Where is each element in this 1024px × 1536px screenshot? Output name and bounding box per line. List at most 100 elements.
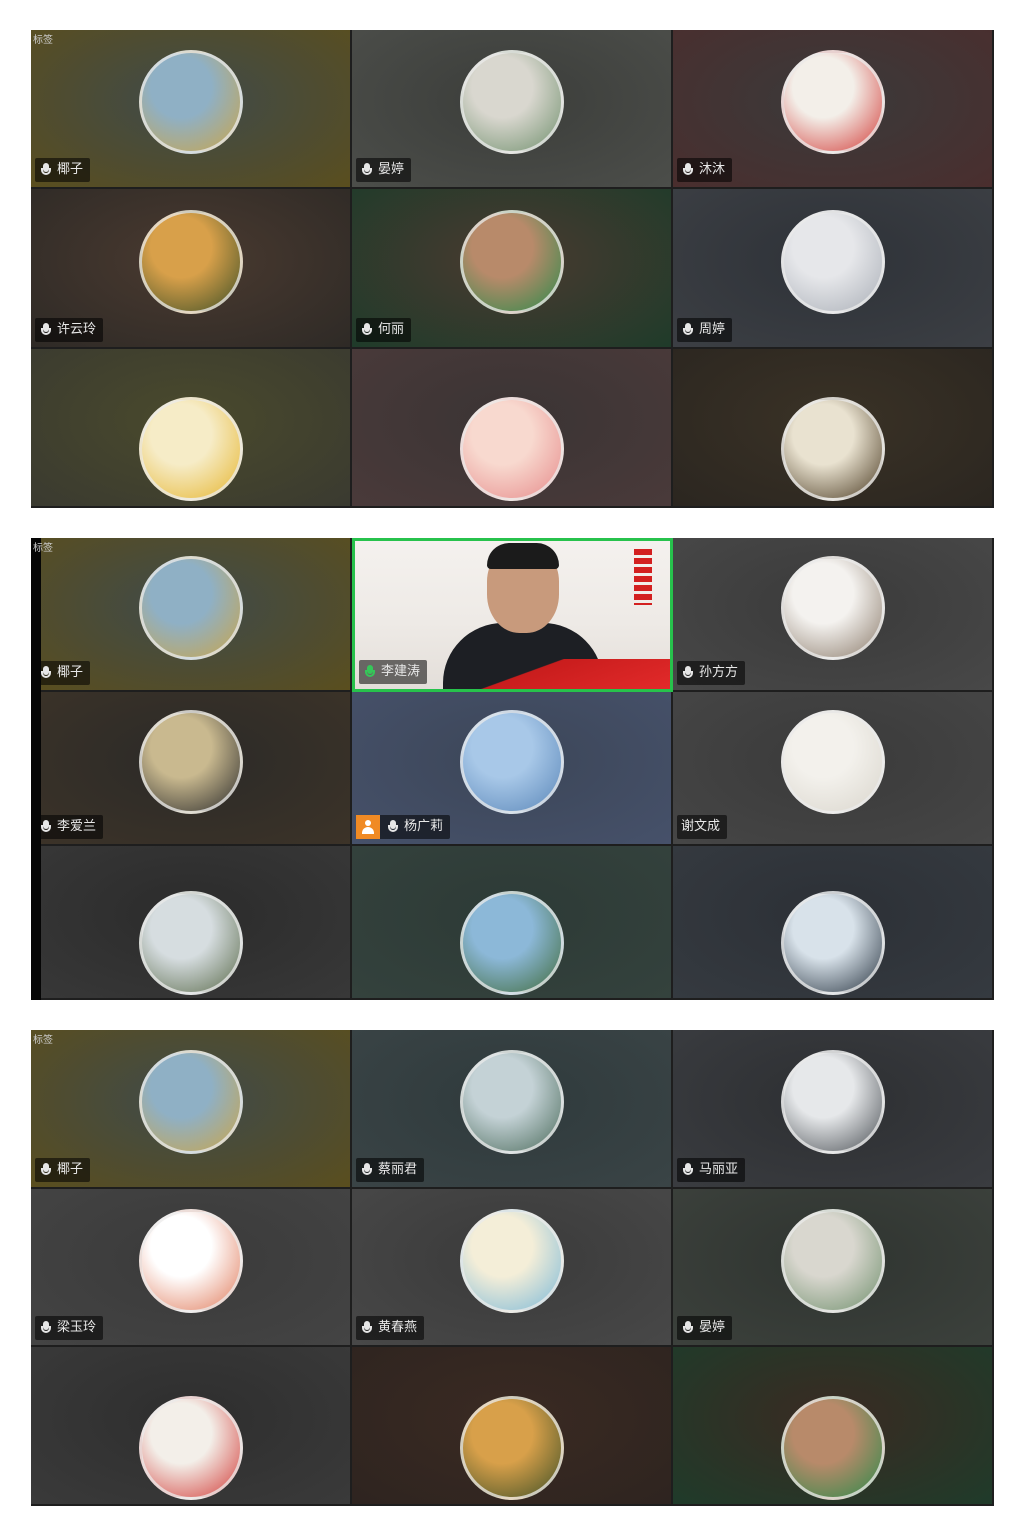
person-icon [362,820,374,834]
hazy-hills-avatar [459,1050,564,1155]
participant-name-tag: 何丽 [356,317,412,342]
microphone-icon [360,1162,374,1178]
participant-name-tag: 许云玲 [35,317,104,342]
participant-name: 椰子 [57,1161,84,1177]
microphone-icon [681,1320,695,1336]
participant-tile[interactable]: 孙方方 [673,538,994,692]
participant-name: 椰子 [57,665,84,680]
sunset-field-avatar [459,1395,564,1500]
participant-tile[interactable]: 椰子 [31,538,352,692]
participant-name-tag: 谢文成 [677,815,728,839]
participant-tile[interactable]: 黄春燕 [352,1188,673,1348]
participant-tile[interactable] [673,348,994,508]
participant-name: 杨广莉 [404,819,444,834]
sunflower-girl-avatar [138,397,243,502]
pavilion-avatar [138,891,243,996]
participant-tile[interactable]: 晏婷 [352,30,673,190]
participant-tile[interactable]: 谢文成 [673,692,994,846]
participant-name: 马丽亚 [699,1161,739,1177]
participant-name-tag: 李爱兰 [35,815,104,839]
participant-name-tag: 椰子 [35,158,91,183]
participant-tile[interactable]: 马丽亚 [673,1030,994,1189]
microphone-active-icon [363,664,377,680]
participant-tile[interactable] [31,846,352,1000]
microphone-icon [39,665,53,681]
background-banner [634,549,652,605]
meeting-grid-3: 椰子 蔡丽君 马丽亚梁玉玲 黄春燕 晏婷 标签 [31,1030,994,1506]
landscape-field-avatar [138,555,243,660]
participant-tile[interactable] [31,348,352,508]
microphone-icon [39,1162,53,1178]
red-flag-decoration [481,659,670,689]
microphone-icon [681,1162,695,1178]
participant-name-tag: 晏婷 [356,158,412,183]
microphone-icon [681,665,695,681]
corner-text: 标签 [33,35,53,46]
highway-sky-avatar [780,891,885,996]
corner-text: 标签 [33,543,53,554]
woman-outdoor-avatar [138,709,243,814]
participant-grid: 椰子 蔡丽君 马丽亚梁玉玲 黄春燕 晏婷 [31,1030,994,1506]
corner-text: 标签 [33,1035,53,1046]
participant-tile[interactable]: 椰子 [31,30,352,190]
baby-photo-avatar [780,209,885,314]
participant-name-tag: 孙方方 [677,661,746,685]
participant-tile[interactable] [673,846,994,1000]
landscape-field-avatar [138,1050,243,1155]
participant-name: 周婷 [699,321,726,337]
participant-tile[interactable]: 沐沐 [673,30,994,190]
participant-tile[interactable] [673,1347,994,1506]
speaker-hair [487,543,560,569]
cartoon-girl-avatar [459,397,564,502]
children-photo-avatar [780,1208,885,1313]
microphone-icon [360,322,374,338]
participant-tile[interactable]: 李爱兰 [31,692,352,846]
participant-tile[interactable]: 许云玲 [31,189,352,349]
man-green-shirt-avatar [780,1395,885,1500]
microphone-icon [681,322,695,338]
participant-tile[interactable]: 椰子 [31,1030,352,1189]
man-green-shirt-avatar [459,209,564,314]
microphone-icon [360,1320,374,1336]
children-photo-avatar [459,50,564,155]
cloudy-sky-avatar [780,1050,885,1155]
participant-name-tag: 李建涛 [359,660,428,684]
participant-name: 晏婷 [699,1320,726,1336]
meeting-grid-2: 椰子 李建涛 孙方方李爱兰 杨广莉 谢文成 标签 [31,538,994,1000]
participant-name: 李建涛 [381,664,421,679]
participant-tile[interactable]: 杨广莉 [352,692,673,846]
participant-name-tag: 杨广莉 [356,815,451,839]
participant-tile[interactable]: 梁玉玲 [31,1188,352,1348]
participant-name-tag: 椰子 [35,1157,91,1182]
participant-name: 孙方方 [699,665,739,680]
microphone-icon [39,1320,53,1336]
participant-name: 沐沐 [699,162,726,178]
participant-name: 晏婷 [378,162,405,178]
participant-name-tag: 沐沐 [677,158,733,183]
participant-name: 李爱兰 [57,819,97,834]
participant-tile[interactable]: 蔡丽君 [352,1030,673,1189]
microphone-icon [360,162,374,178]
participant-tile[interactable] [31,1347,352,1506]
participant-tile[interactable]: 周婷 [673,189,994,349]
participant-name: 黄春燕 [378,1320,418,1336]
sunset-field-avatar [138,209,243,314]
flower-sketch-avatar [780,555,885,660]
participant-name: 椰子 [57,162,84,178]
participant-name: 许云玲 [57,321,97,337]
participant-tile[interactable]: 晏婷 [673,1188,994,1348]
participant-name-tag: 黄春燕 [356,1316,425,1341]
participant-tile[interactable]: 何丽 [352,189,673,349]
participant-name-tag: 周婷 [677,317,733,342]
participant-tile[interactable] [352,1347,673,1506]
participant-grid: 椰子 李建涛 孙方方李爱兰 杨广莉 谢文成 [31,538,994,1000]
hand-flower-avatar [138,1208,243,1313]
participant-tile[interactable] [352,846,673,1000]
microphone-icon [39,162,53,178]
participant-tile[interactable] [352,348,673,508]
participant-name-tag: 晏婷 [677,1316,733,1341]
girl-hat-avatar [459,1208,564,1313]
microphone-icon [39,322,53,338]
participant-tile[interactable]: 李建涛 [352,538,673,692]
participant-name: 何丽 [378,321,405,337]
